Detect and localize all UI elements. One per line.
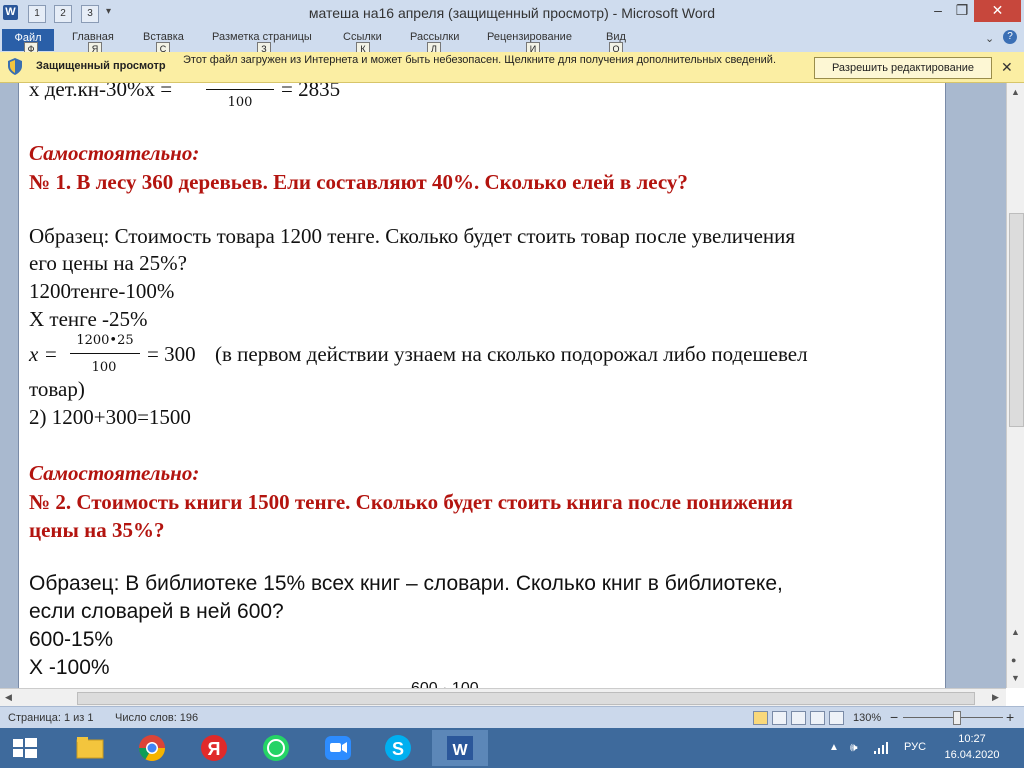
top-fraction-denominator: 100 — [227, 95, 253, 110]
taskbar-yandex-browser[interactable]: Я — [186, 730, 242, 766]
step-2: 2) 1200+300=1500 — [29, 405, 191, 429]
help-icon[interactable]: ? — [1003, 30, 1017, 44]
full-screen-reading-view-icon[interactable] — [772, 711, 787, 725]
doc-top-line: х дет.кн-30%х = — [29, 83, 173, 101]
calc-line-1: 1200тенге-100% — [29, 279, 175, 303]
svg-text:W: W — [452, 742, 468, 759]
protected-view-message[interactable]: Этот файл загружен из Интернета и может … — [183, 54, 783, 67]
restore-button[interactable]: ❐ — [950, 0, 974, 22]
horizontal-scrollbar[interactable]: ◀ ▶ — [0, 688, 1006, 707]
vertical-scroll-thumb[interactable] — [1009, 213, 1024, 427]
formula-x: x = — [29, 342, 58, 366]
scroll-up-page-icon[interactable]: ▲ — [1011, 627, 1020, 637]
minimize-button[interactable]: – — [926, 0, 950, 22]
word-icon: W — [447, 736, 473, 760]
ribbon-tabs: Файл Ф Главная Я Вставка С Разметка стра… — [0, 27, 1024, 56]
calc-line-2: Х тенге -25% — [29, 307, 148, 331]
folder-icon — [76, 737, 104, 759]
title-bar: W 1 2 3 ▾ матеша на16 апреля (защищенный… — [0, 0, 1024, 27]
doc-top-result: = 2835 — [281, 83, 341, 101]
taskbar: Я S W ▲ 🕪 РУС 10:27 16.04.2020 — [0, 728, 1024, 768]
formula-result: = 300 — [147, 342, 196, 366]
formula-note-cont: товар) — [29, 377, 85, 401]
task-1: № 1. В лесу 360 деревьев. Ели составляют… — [29, 170, 688, 194]
status-word-count[interactable]: Число слов: 196 — [115, 712, 198, 724]
scroll-right-arrow-icon[interactable]: ▶ — [992, 692, 999, 703]
sample-1-line-1: Образец: Стоимость товара 1200 тенге. Ск… — [29, 224, 796, 248]
formula-note: (в первом действии узнаем на сколько под… — [215, 342, 808, 366]
skype-icon: S — [385, 735, 411, 761]
zoom-app-icon — [325, 736, 351, 760]
protected-view-bar: Защищенный просмотр Этот файл загружен и… — [0, 52, 1024, 83]
clock-time[interactable]: 10:27 — [944, 733, 1000, 745]
formula-fraction-line — [70, 353, 140, 354]
volume-icon[interactable]: 🕪 — [850, 740, 858, 755]
zoom-level[interactable]: 130% — [853, 712, 881, 724]
taskbar-zoom[interactable] — [310, 730, 366, 766]
task-2-line-1: № 2. Стоимость книги 1500 тенге. Сколько… — [29, 490, 793, 514]
formula-denominator: 100 — [91, 360, 117, 375]
sample-2-line-2: если словарей в ней 600? — [29, 600, 284, 623]
taskbar-word[interactable]: W — [432, 730, 488, 766]
sample-1-line-2: его цены на 25%? — [29, 251, 187, 275]
tray-overflow-chevron-icon[interactable]: ▲ — [829, 742, 839, 753]
yandex-icon: Я — [201, 735, 227, 761]
svg-text:S: S — [392, 739, 404, 759]
taskbar-chrome[interactable] — [124, 730, 180, 766]
close-button[interactable]: ✕ — [974, 0, 1021, 22]
task-2-line-2: цены на 35%? — [29, 518, 165, 542]
document-area: х дет.кн-30%х = 100 = 2835 Самостоятельн… — [0, 83, 1006, 688]
horizontal-scroll-thumb[interactable] — [77, 692, 975, 705]
window-title: матеша на16 апреля (защищенный просмотр)… — [308, 5, 716, 21]
scroll-left-arrow-icon[interactable]: ◀ — [5, 692, 12, 703]
input-language[interactable]: РУС — [904, 741, 926, 753]
clock-date[interactable]: 16.04.2020 — [940, 749, 1004, 761]
message-bar-close-icon[interactable]: ✕ — [1001, 59, 1013, 76]
select-browse-object-icon[interactable]: ● — [1011, 655, 1016, 665]
web-layout-view-icon[interactable] — [791, 711, 806, 725]
windows-logo-icon — [13, 738, 37, 758]
document-page[interactable]: х дет.кн-30%х = 100 = 2835 Самостоятельн… — [18, 83, 946, 688]
formula-numerator: 1200•25 — [76, 333, 134, 348]
calc-2-line-1: 600-15% — [29, 628, 114, 651]
calc-2-line-2: Х -100% — [29, 656, 110, 679]
top-fraction-line — [206, 89, 274, 90]
chrome-icon — [138, 735, 166, 762]
scroll-up-arrow-icon[interactable]: ▲ — [1011, 87, 1020, 97]
protected-view-title: Защищенный просмотр — [36, 60, 166, 72]
vertical-scrollbar[interactable]: ▲ ▲ ● ▼ — [1006, 83, 1024, 688]
svg-text:Я: Я — [208, 739, 221, 759]
enable-editing-button[interactable]: Разрешить редактирование — [814, 57, 992, 79]
outline-view-icon[interactable] — [810, 711, 825, 725]
heading-independent-2: Самостоятельно: — [29, 461, 200, 485]
heading-independent-1: Самостоятельно: — [29, 141, 200, 165]
bottom-partial-formula: 600 · 100 — [411, 680, 479, 688]
scroll-down-arrow-icon[interactable]: ▼ — [1011, 673, 1020, 683]
taskbar-file-explorer[interactable] — [62, 730, 118, 766]
start-button[interactable] — [0, 730, 50, 766]
print-layout-view-icon[interactable] — [753, 711, 768, 725]
draft-view-icon[interactable] — [829, 711, 844, 725]
sample-2-line-1: Образец: В библиотеке 15% всех книг – сл… — [29, 572, 783, 595]
status-page-count[interactable]: Страница: 1 из 1 — [8, 712, 94, 724]
whatsapp-icon — [263, 735, 289, 761]
ribbon-minimize-chevron-icon[interactable]: ⌄ — [985, 32, 994, 45]
network-signal-icon[interactable] — [873, 741, 889, 755]
zoom-out-button[interactable]: − — [890, 709, 898, 725]
zoom-slider-thumb[interactable] — [953, 711, 961, 725]
taskbar-skype[interactable]: S — [370, 730, 426, 766]
status-bar: Страница: 1 из 1 Число слов: 196 130% − … — [0, 706, 1024, 729]
shield-icon — [8, 58, 22, 75]
taskbar-whatsapp[interactable] — [248, 730, 304, 766]
zoom-in-button[interactable]: + — [1006, 709, 1014, 725]
